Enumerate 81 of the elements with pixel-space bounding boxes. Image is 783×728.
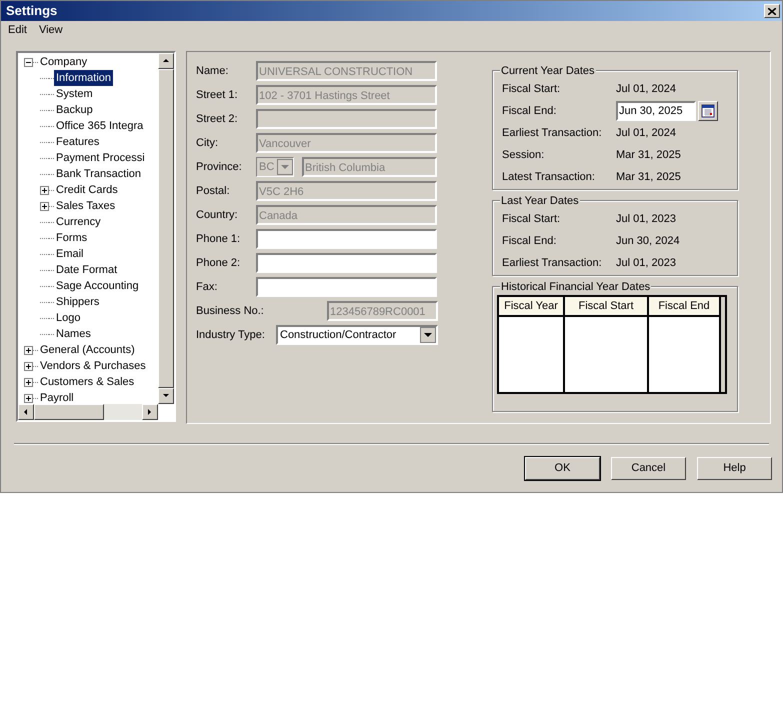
expand-icon[interactable] [24,394,33,402]
collapse-icon[interactable] [24,58,33,66]
industry-type-dropdown[interactable]: Construction/Contractor [276,325,438,345]
calendar-button[interactable] [698,101,718,121]
tree-item[interactable]: Credit Cards [54,182,120,198]
tree-item[interactable]: Payment Processi [54,150,147,166]
field-label: Street 2: [196,112,239,127]
date-label: Fiscal Start: [502,82,562,97]
field-label: Name: [196,64,230,79]
date-value: Mar 31, 2025 [616,170,681,185]
field-label: Country: [196,208,239,223]
date-value: Jul 01, 2023 [616,212,676,227]
scroll-down-button[interactable] [158,388,174,404]
dialog-button[interactable]: Help [697,457,772,480]
dialog-button[interactable]: Cancel [611,457,686,480]
tree-item[interactable]: Email [54,246,86,262]
expand-icon[interactable] [24,346,33,354]
tree-item[interactable]: Company [38,54,90,70]
tree-item[interactable]: Information [54,70,114,86]
tree-item[interactable]: Logo [54,310,82,326]
tree-item[interactable]: Forms [54,230,90,246]
date-field[interactable]: Jun 30, 2025 [616,101,696,121]
date-label: Latest Transaction: [502,170,596,185]
close-button[interactable] [764,4,780,18]
column-header[interactable]: Fiscal End [649,297,719,317]
field-label: Business No.: [196,304,264,319]
menu-item[interactable]: View [38,22,63,39]
expand-icon[interactable] [24,362,33,370]
tree-item[interactable]: Shippers [54,294,102,310]
field-label: Industry Type: [196,328,266,343]
scroll-up-button[interactable] [158,53,174,69]
menu-item[interactable]: Edit [8,22,27,39]
date-value: Jul 01, 2024 [616,126,676,141]
date-value: Jun 30, 2024 [616,234,680,249]
date-label: Fiscal Start: [502,212,562,227]
date-label: Fiscal End: [502,234,558,249]
field-label: Phone 1: [196,232,242,247]
input-field[interactable] [256,253,437,273]
field-label: City: [196,136,219,151]
tree-item[interactable]: Names [54,326,93,342]
dialog-button[interactable]: OK [525,457,600,480]
tree-item[interactable]: General (Accounts) [38,342,137,358]
tree-item[interactable]: Sage Accounting [54,278,141,294]
date-value: Jul 01, 2024 [616,82,676,97]
close-icon [768,8,776,14]
calendar-icon [701,104,715,118]
field-label: Fax: [196,280,218,295]
tree-item[interactable]: System [54,86,95,102]
tree-item[interactable]: Date Format [54,262,120,278]
column-header[interactable]: Fiscal Start [565,297,647,317]
tree-item[interactable]: Backup [54,102,95,118]
scroll-left-button[interactable] [18,404,34,420]
date-label: Session: [502,148,546,163]
field-label: Street 1: [196,88,239,103]
province-code: BC [258,160,276,175]
date-value: Jul 01, 2023 [616,256,676,271]
horizontal-scrollbar[interactable] [18,404,158,420]
tree-item[interactable]: Customers & Sales [38,374,136,390]
expand-icon[interactable] [40,186,49,194]
tree-item[interactable]: Features [54,134,102,150]
field-label: Phone 2: [196,256,242,271]
tree-item[interactable]: Vendors & Purchases [38,358,148,374]
input-field[interactable] [256,277,437,297]
date-label: Earliest Transaction: [502,256,603,271]
input-field[interactable] [256,229,437,249]
tree-item[interactable]: Currency [54,214,103,230]
date-value: Mar 31, 2025 [616,148,681,163]
window-title: Settings [6,2,58,20]
field-label: Postal: [196,184,231,199]
expand-icon[interactable] [40,202,49,210]
field-label: Province: [196,160,243,175]
scroll-thumb[interactable] [34,404,104,420]
scroll-right-button[interactable] [142,404,158,420]
column-header[interactable]: Fiscal Year [499,297,563,317]
tree-item[interactable]: Bank Transaction [54,166,143,182]
tree-item[interactable]: Sales Taxes [54,198,118,214]
date-label: Earliest Transaction: [502,126,603,141]
date-label: Fiscal End: [502,104,558,119]
expand-icon[interactable] [24,378,33,386]
tree-item[interactable]: Payroll [38,390,76,406]
tree-item[interactable]: Office 365 Integra [54,118,146,134]
